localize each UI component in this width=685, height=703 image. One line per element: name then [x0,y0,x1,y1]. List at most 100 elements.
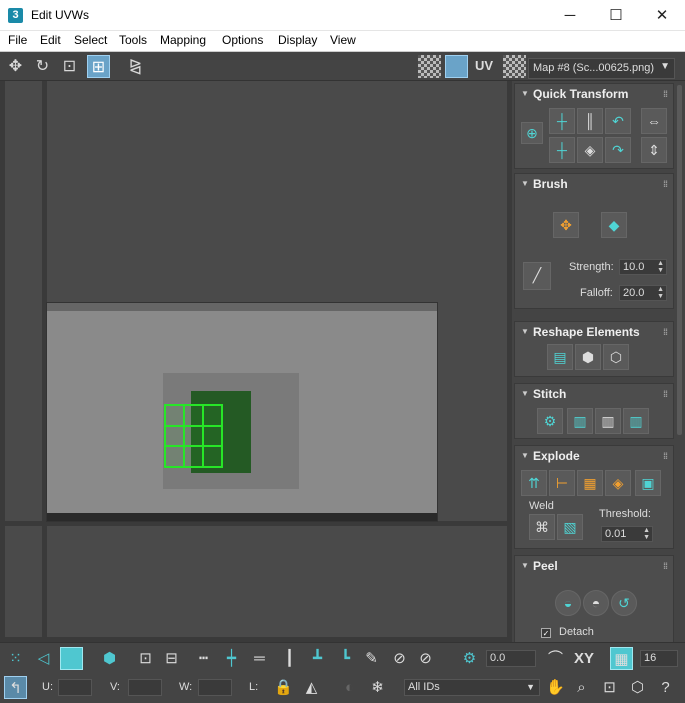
point-to-point-icon[interactable]: ┃ [278,647,301,670]
mirror-icon[interactable]: ⧎ [124,55,147,78]
weld-target-icon[interactable]: ▧ [557,514,583,540]
element-select-icon[interactable]: ⬢ [98,647,121,670]
break-icon[interactable]: ⇈ [521,470,547,496]
threshold-spinner[interactable]: 0.01 ▲ ▼ [601,526,653,542]
peel-lscm-icon[interactable]: ◓ [583,590,609,616]
pan-icon[interactable]: ✋ [544,676,567,699]
zoom-icon[interactable]: ⌕ [570,676,593,699]
zoom-extents-icon[interactable]: ⬡ [626,676,649,699]
brush-line-icon[interactable]: ╱ [523,262,551,290]
align-corner-icon[interactable]: ┼ [549,137,575,163]
vertex-select-icon[interactable]: ⁙ [4,647,27,670]
grid-snap-icon[interactable]: ▦ [610,647,633,670]
uv-edge [166,445,221,447]
uv-selection-grid[interactable] [164,404,223,468]
freeze-icon[interactable]: ◐ [338,676,361,699]
move-icon[interactable]: ✥ [4,55,27,78]
lock-icon[interactable]: 🔒 [272,676,295,699]
align-center-icon[interactable]: ⊕ [521,122,543,144]
peel-reset-icon[interactable]: ↺ [611,590,637,616]
checker-teal-icon[interactable] [445,55,468,78]
peel-quick-icon[interactable]: ◒ [555,590,581,616]
map-dropdown[interactable]: Map #8 (Sc...00625.png) ▼ [528,58,675,79]
brush-header[interactable]: ▼ Brush ⁞⁞ [515,174,673,194]
straighten-icon[interactable]: ▤ [547,344,573,370]
brush-size-up-icon[interactable]: ⊘ [388,647,411,670]
freeform-icon[interactable]: ⊞ [87,55,110,78]
paint-move-icon[interactable]: ✥ [553,212,579,238]
shrink-selection-icon[interactable]: ⊟ [160,647,183,670]
brush-size-down-icon[interactable]: ⊘ [414,647,437,670]
explode-element-icon[interactable]: ▣ [635,470,661,496]
close-button[interactable]: ✕ [639,0,685,31]
menu-tools[interactable]: Tools [119,33,147,47]
menu-select[interactable]: Select [74,33,107,47]
curve-icon[interactable]: ⌒ [544,647,567,670]
align-u-icon[interactable]: ┻ [306,647,329,670]
stitch-custom-icon[interactable]: ⚙ [537,408,563,434]
quick-transform-header[interactable]: ▼ Quick Transform ⁞⁞ [515,84,673,104]
smooth-icon[interactable]: ◈ [605,470,631,496]
flip-vertical-icon[interactable]: ⇕ [641,137,667,163]
stitch-header[interactable]: ▼ Stitch ⁞⁞ [515,384,673,404]
ring-icon[interactable]: ┿ [220,647,243,670]
rotate-ccw-icon[interactable]: ↶ [605,108,631,134]
stitch-target-icon[interactable]: ▥ [595,408,621,434]
rotate-icon[interactable]: ↻ [31,55,54,78]
flatten-by-icon[interactable]: ▦ [577,470,603,496]
u-field[interactable] [58,679,92,696]
edge-select-icon[interactable]: ◁ [32,647,55,670]
menu-options[interactable]: Options [222,33,263,47]
stitch-source-icon[interactable]: ▥ [567,408,593,434]
weld-selected-icon[interactable]: ⌘ [529,514,555,540]
explode-header[interactable]: ▼ Explode ⁞⁞ [515,446,673,466]
falloff-spinner[interactable]: 20.0 ▲ ▼ [619,285,667,301]
relax-brush-icon[interactable]: ◆ [601,212,627,238]
minimize-button[interactable]: ─ [547,0,593,31]
help-icon[interactable]: ? [654,676,677,699]
flatten-icon[interactable]: ⬡ [603,344,629,370]
align-v-icon[interactable]: ┗ [334,647,357,670]
uv-toggle[interactable]: UV [475,58,493,73]
paint-select-icon[interactable]: ✎ [360,647,383,670]
reshape-elements-header[interactable]: ▼ Reshape Elements ⁞⁞ [515,322,673,342]
sidebar-scrollbar[interactable] [677,85,682,435]
strength-spinner[interactable]: 10.0 ▲ ▼ [619,259,667,275]
align-horizontal-icon[interactable]: ┼ [549,108,575,134]
map-options-icon[interactable] [503,55,526,78]
stitch-average-icon[interactable]: ▥ [623,408,649,434]
snowflake-icon[interactable]: ❄ [366,676,389,699]
grip-icon: ⁞⁞ [663,389,668,399]
flip-horizontal-icon[interactable]: ⇔ [641,108,667,134]
maximize-button[interactable]: ☐ [593,0,639,31]
menu-file[interactable]: File [8,33,27,47]
spacing-icon[interactable]: ◈ [577,137,603,163]
w-label: W: [179,681,193,693]
w-field[interactable] [198,679,232,696]
grid-size-field[interactable]: 16 [640,650,678,667]
menu-mapping[interactable]: Mapping [160,33,206,47]
zoom-region-icon[interactable]: ⊡ [598,676,621,699]
v-field[interactable] [128,679,162,696]
rotate-angle-field[interactable]: 0.0 [486,650,536,667]
polygon-select-icon[interactable] [60,647,83,670]
rotate-settings-icon[interactable]: ⚙ [458,647,481,670]
detach-edge-icon[interactable]: ⊢ [549,470,575,496]
grow-selection-icon[interactable]: ⊡ [134,647,157,670]
menu-edit[interactable]: Edit [40,33,61,47]
xy-toggle[interactable]: XY [574,650,594,667]
show-hide-icon[interactable]: ◭ [300,676,323,699]
coordinate-mode-icon[interactable]: ↰ [4,676,27,699]
detach-checkbox[interactable]: ✓ [541,628,551,638]
menu-display[interactable]: Display [278,33,317,47]
scale-icon[interactable]: ⊡ [58,55,81,78]
align-vertical-icon[interactable]: ║ [577,108,603,134]
edge-loop-icon[interactable]: ═ [248,647,271,670]
relax-icon[interactable]: ⬢ [575,344,601,370]
loop-icon[interactable]: ┅ [192,647,215,670]
peel-header[interactable]: ▼ Peel ⁞⁞ [515,556,673,576]
rotate-cw-icon[interactable]: ↷ [605,137,631,163]
checker-pattern-icon[interactable] [418,55,441,78]
menu-view[interactable]: View [330,33,356,47]
ids-dropdown[interactable]: All IDs ▼ [404,679,540,696]
